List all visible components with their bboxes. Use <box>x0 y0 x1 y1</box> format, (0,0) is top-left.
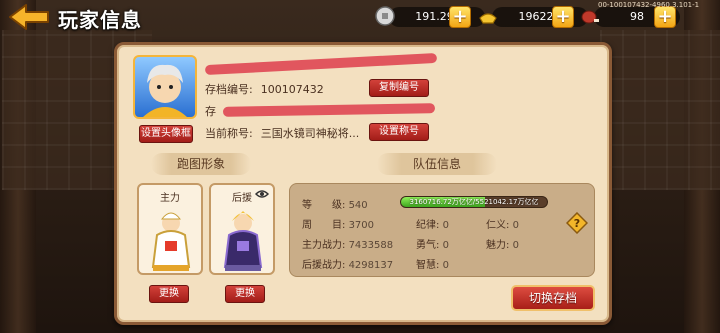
back-arrow-icon[interactable] <box>8 3 52 31</box>
exp-progress-bar: 3160716.72万亿亿/5521042.17万亿亿 <box>400 196 548 208</box>
player-name-label: 存 <box>205 105 216 118</box>
level-stat: 等 级: 540 <box>302 196 368 211</box>
swap-support-hero-button[interactable]: 更换 <box>225 285 265 303</box>
charm-stat: 魅力: 0 <box>486 236 519 251</box>
main-hero-figure-icon <box>151 212 191 271</box>
team-stats-box: 等 级: 540 3160716.72万亿亿/5521042.17万亿亿 周 目… <box>289 183 595 277</box>
support-power-label: 后援战力: <box>302 260 346 271</box>
discipline-label: 纪律: <box>416 220 440 231</box>
player-info-panel: 设置头像框 存档编号: 100107432 复制编号 存 当前称号: 三国水镜司神秘… <box>114 42 612 325</box>
main-hero-card[interactable]: 主力 <box>137 183 203 275</box>
meat-icon <box>581 10 599 24</box>
wisdom-label: 智慧: <box>416 260 440 271</box>
swap-main-hero-button[interactable]: 更换 <box>149 285 189 303</box>
add-silver-button[interactable]: + <box>449 6 471 28</box>
set-title-button[interactable]: 设置称号 <box>369 123 429 141</box>
eye-icon[interactable] <box>255 187 269 201</box>
save-id-row: 存档编号: 100107432 <box>205 81 324 97</box>
courage-stat: 勇气: 0 <box>416 236 449 251</box>
current-title-label: 当前称号: <box>205 127 253 140</box>
charm-value: 0 <box>512 240 519 251</box>
redaction-mark <box>204 52 438 76</box>
save-id-label: 存档编号: <box>205 83 253 96</box>
avatar-portrait-icon <box>143 64 187 117</box>
svg-text:?: ? <box>574 217 580 230</box>
redaction-mark <box>222 103 436 117</box>
discipline-value: 0 <box>442 220 449 231</box>
build-tag: 00-100107432-4960.3.101-1 <box>598 1 700 9</box>
exp-progress-text: 3160716.72万亿亿/5521042.17万亿亿 <box>409 198 539 206</box>
silver-coin-icon <box>375 6 395 26</box>
main-power-value: 7433588 <box>348 240 394 251</box>
support-power-value: 4298137 <box>348 260 394 271</box>
discipline-stat: 纪律: 0 <box>416 216 449 231</box>
charm-label: 魅力: <box>486 240 510 251</box>
benevolence-stat: 仁义: 0 <box>486 216 519 231</box>
level-label: 等 级: <box>302 200 346 211</box>
week-value: 3700 <box>348 220 375 231</box>
current-title-row: 当前称号: 三国水镜司神秘将... <box>205 125 359 141</box>
main-power-stat: 主力战力: 7433588 <box>302 236 393 251</box>
wisdom-stat: 智慧: 0 <box>416 256 449 271</box>
wisdom-value: 0 <box>442 260 449 271</box>
appearance-section-title: 跑图形象 <box>151 153 251 175</box>
benevolence-value: 0 <box>512 220 519 231</box>
help-icon[interactable]: ? <box>566 212 588 234</box>
current-title-value: 三国水镜司神秘将... <box>260 127 360 140</box>
copy-id-button[interactable]: 复制编号 <box>369 79 429 97</box>
save-id-value: 100107432 <box>260 83 324 96</box>
add-gold-button[interactable]: + <box>552 6 574 28</box>
week-stat: 周 目: 3700 <box>302 216 374 231</box>
main-power-label: 主力战力: <box>302 240 346 251</box>
switch-save-button[interactable]: 切换存档 <box>511 285 595 311</box>
support-hero-figure-icon <box>223 211 263 271</box>
courage-label: 勇气: <box>416 240 440 251</box>
main-hero-label: 主力 <box>160 193 180 204</box>
support-hero-card[interactable]: 后援 <box>209 183 275 275</box>
level-value: 540 <box>348 200 368 211</box>
add-stamina-button[interactable]: + <box>654 6 676 28</box>
courage-value: 0 <box>442 240 449 251</box>
week-label: 周 目: <box>302 220 346 231</box>
avatar[interactable] <box>133 55 197 119</box>
gold-ingot-icon <box>479 13 497 24</box>
support-power-stat: 后援战力: 4298137 <box>302 256 393 271</box>
top-bar: 玩家信息 191.29亿 + 1962210 + 98 + 00-1001074… <box>0 0 720 34</box>
team-info-section-title: 队伍信息 <box>377 153 497 175</box>
benevolence-label: 仁义: <box>486 220 510 231</box>
page-title: 玩家信息 <box>58 8 142 32</box>
player-name-row: 存 <box>205 103 216 119</box>
set-avatar-frame-button[interactable]: 设置头像框 <box>139 125 193 143</box>
